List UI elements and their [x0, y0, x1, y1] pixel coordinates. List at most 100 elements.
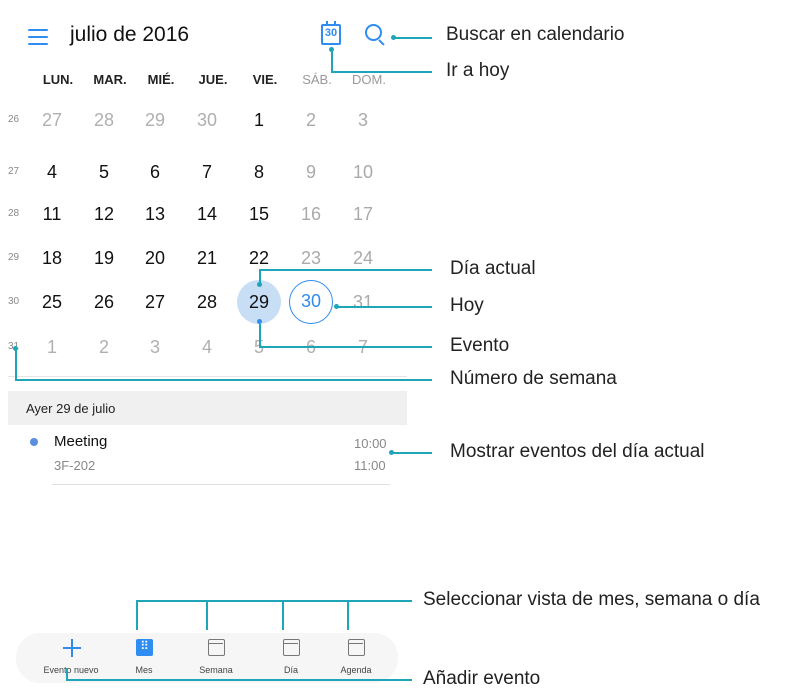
day-cell[interactable]: 2 — [82, 325, 126, 369]
day-cell[interactable]: 1 — [30, 325, 74, 369]
week-number: 26 — [8, 114, 20, 125]
day-cell[interactable]: 7 — [185, 150, 229, 194]
tab-day[interactable]: Día — [256, 633, 326, 683]
callout-line-event-v — [259, 324, 261, 348]
day-cell[interactable]: 25 — [30, 280, 74, 324]
weekday-label: MAR. — [93, 72, 127, 87]
callout-line-events — [392, 452, 432, 454]
day-cell[interactable]: 15 — [237, 192, 281, 236]
day-cell[interactable]: 17 — [341, 192, 385, 236]
day-cell[interactable]: 21 — [185, 236, 229, 280]
day-cell[interactable]: 19 — [82, 236, 126, 280]
day-cell[interactable]: 24 — [341, 236, 385, 280]
weekday-header: LUN. MAR. MIÉ. JUE. VIE. SÁB. DOM. — [8, 62, 407, 92]
event-color-dot — [30, 438, 38, 446]
day-view-icon — [283, 639, 300, 656]
day-cell[interactable]: 9 — [289, 150, 333, 194]
day-cell[interactable]: 3 — [341, 98, 385, 142]
tab-week[interactable]: Semana — [181, 633, 251, 683]
callout-line-today-h — [331, 71, 432, 73]
menu-icon[interactable] — [28, 29, 48, 45]
day-cell[interactable]: 10 — [341, 150, 385, 194]
tab-agenda-label: Agenda — [340, 665, 372, 675]
annotation-add-event: Añadir evento — [423, 668, 541, 689]
day-cell[interactable]: 20 — [133, 236, 177, 280]
event-list-item[interactable]: Meeting 3F-202 10:00 11:00 — [8, 430, 407, 486]
callout-line-view-month — [136, 600, 138, 630]
day-cell[interactable]: 18 — [30, 236, 74, 280]
month-view-icon — [136, 638, 153, 656]
annotation-search: Buscar en calendario — [446, 24, 625, 45]
day-cell[interactable]: 14 — [185, 192, 229, 236]
day-cell[interactable]: 11 — [30, 192, 74, 236]
agenda-view-icon — [348, 639, 365, 656]
callout-line-view-h — [136, 600, 412, 602]
month-title[interactable]: julio de 2016 — [70, 23, 189, 47]
day-cell[interactable]: 1 — [237, 98, 281, 142]
week-row: 311234567 — [8, 323, 407, 375]
weekday-label: MIÉ. — [147, 72, 175, 87]
day-cell[interactable]: 31 — [341, 280, 385, 324]
event-title: Meeting — [54, 433, 108, 450]
weekday-label: DOM. — [352, 72, 386, 87]
day-cell[interactable]: 16 — [289, 192, 333, 236]
day-cell[interactable]: 26 — [82, 280, 126, 324]
callout-line-search — [394, 37, 432, 39]
day-cell[interactable]: 23 — [289, 236, 333, 280]
day-cell[interactable]: 6 — [133, 150, 177, 194]
weekday-label: VIE. — [252, 72, 278, 87]
day-cell[interactable]: 29 — [133, 98, 177, 142]
bottom-nav: Evento nuevo Mes Semana Día Agenda — [16, 633, 398, 683]
day-cell[interactable]: 12 — [82, 192, 126, 236]
search-icon[interactable] — [365, 24, 382, 41]
app-header: julio de 2016 30 — [8, 0, 407, 66]
weekday-label: LUN. — [42, 72, 74, 87]
plus-icon — [63, 639, 81, 657]
event-end-time: 11:00 — [354, 458, 386, 473]
day-cell[interactable]: 28 — [185, 280, 229, 324]
day-cell[interactable]: 28 — [82, 98, 126, 142]
week-view-icon — [208, 639, 225, 656]
weekday-label: JUE. — [198, 72, 228, 87]
day-cell[interactable]: 30 — [185, 98, 229, 142]
day-cell[interactable]: 8 — [237, 150, 281, 194]
tab-day-label: Día — [283, 665, 298, 675]
day-cell[interactable]: 2 — [289, 98, 333, 142]
weekday-label: SÁB. — [302, 72, 332, 87]
callout-line-view-week — [206, 600, 208, 630]
callout-line-week-v — [15, 348, 17, 380]
annotation-current-day: Día actual — [450, 258, 536, 279]
callout-line-add-h — [66, 679, 412, 681]
go-to-today-icon[interactable]: 30 — [321, 21, 341, 45]
callout-line-hoy — [337, 306, 432, 308]
tab-agenda[interactable]: Agenda — [321, 633, 391, 683]
day-cell[interactable]: 13 — [133, 192, 177, 236]
tab-month[interactable]: Mes — [109, 633, 179, 683]
new-event-label: Evento nuevo — [43, 665, 99, 675]
callout-pin-hoy — [334, 304, 339, 309]
callout-pin-week — [13, 346, 18, 351]
annotation-select-view: Seleccionar vista de mes, semana o día — [423, 589, 760, 610]
week-number: 28 — [8, 208, 20, 219]
week-number: 30 — [8, 296, 20, 307]
callout-line-view-agenda — [347, 600, 349, 630]
day-cell[interactable]: 3 — [133, 325, 177, 369]
tab-week-label: Semana — [199, 665, 233, 675]
day-cell[interactable]: 5 — [82, 150, 126, 194]
callout-pin-search — [391, 35, 396, 40]
day-cell[interactable]: 4 — [185, 325, 229, 369]
week-row: 26 27 28 29 30 1 2 3 — [8, 96, 407, 148]
week-number: 29 — [8, 252, 20, 263]
day-cell[interactable]: 4 — [30, 150, 74, 194]
day-cell[interactable]: 27 — [30, 98, 74, 142]
callout-line-week-h — [15, 379, 432, 381]
tab-month-label: Mes — [135, 665, 153, 675]
day-cell[interactable]: 27 — [133, 280, 177, 324]
annotation-show-events: Mostrar eventos del día actual — [450, 441, 705, 462]
agenda-date-bar: Ayer 29 de julio — [8, 391, 407, 425]
today-cell[interactable]: 30 — [289, 280, 333, 324]
agenda-date-label: Ayer 29 de julio — [26, 401, 116, 416]
new-event-button[interactable]: Evento nuevo — [36, 633, 106, 683]
callout-pin-today — [329, 47, 334, 52]
callout-line-view-day — [282, 600, 284, 630]
